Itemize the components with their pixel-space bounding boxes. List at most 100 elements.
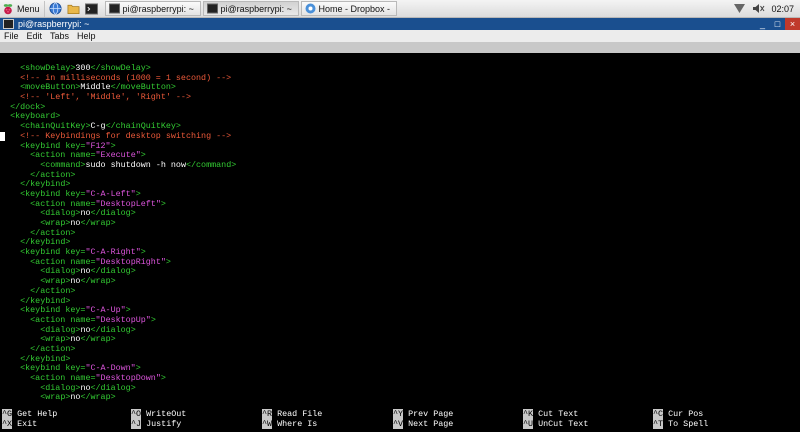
shortcut-key: ^T bbox=[653, 419, 664, 429]
code-token: </action> bbox=[30, 285, 76, 296]
code-token: <dialog> bbox=[40, 382, 81, 393]
code-line: <wrap>no</wrap> bbox=[0, 393, 800, 403]
code-token: Middle bbox=[80, 82, 111, 93]
shortcut-key: ^X bbox=[2, 419, 13, 429]
terminal-launcher[interactable] bbox=[85, 2, 99, 16]
code-token: <dialog> bbox=[40, 266, 81, 277]
shortcut-key: ^O bbox=[131, 409, 142, 419]
code-token: <action bbox=[30, 150, 71, 161]
shortcut-label: Cur Pos bbox=[663, 409, 704, 419]
shortcut-label: WriteOut bbox=[141, 409, 187, 419]
shortcut-key: ^V bbox=[393, 419, 404, 429]
code-token: <keybind bbox=[20, 188, 66, 199]
shortcut-key: ^R bbox=[262, 409, 273, 419]
code-token: </moveButton> bbox=[110, 82, 176, 93]
wifi-icon[interactable] bbox=[732, 2, 746, 16]
shortcut-to-spell: ^T To Spell bbox=[653, 419, 709, 430]
code-token: </keybind> bbox=[20, 353, 71, 364]
code-line: </action> bbox=[0, 227, 800, 239]
code-token: </keybind> bbox=[20, 179, 71, 190]
code-token: <keyboard> bbox=[10, 111, 61, 122]
code-token: <command> bbox=[40, 159, 86, 170]
code-token: > bbox=[160, 198, 166, 209]
code-token: <action bbox=[30, 198, 71, 209]
code-line: </dock> bbox=[0, 101, 800, 113]
terminal-area[interactable]: GNU nano 2.2.6 File: /home/pi/.config/op… bbox=[0, 43, 800, 432]
code-token: name= bbox=[70, 373, 96, 383]
shortcut-label: Cut Text bbox=[533, 409, 579, 419]
editor-buffer[interactable]: <showDelay>300</showDelay> <!-- in milli… bbox=[0, 63, 800, 403]
raspberry-icon bbox=[3, 3, 13, 14]
globe-icon bbox=[49, 2, 62, 15]
code-token: no bbox=[70, 334, 81, 345]
code-token: </action> bbox=[30, 227, 76, 238]
shortcut-label: Where Is bbox=[272, 419, 318, 429]
code-token: "C-A-Up" bbox=[85, 305, 126, 316]
text-cursor bbox=[0, 132, 5, 141]
code-token: </showDelay> bbox=[90, 63, 151, 73]
code-token: no bbox=[70, 276, 81, 287]
code-token: <action bbox=[30, 314, 71, 325]
code-token: no bbox=[80, 208, 91, 219]
shortcut-label: Next Page bbox=[403, 419, 454, 429]
task-browser[interactable]: Home - Dropbox - C... bbox=[300, 1, 397, 16]
minimize-button[interactable]: _ bbox=[755, 18, 770, 30]
code-line: <dialog>no</dialog> bbox=[0, 382, 800, 394]
shortcut-label: Get Help bbox=[12, 409, 58, 419]
code-token: <dialog> bbox=[40, 324, 81, 335]
shortcut-justify: ^J Justify bbox=[131, 419, 181, 430]
menu-button[interactable]: Menu bbox=[0, 0, 45, 17]
code-line: <command>sudo shutdown -h now</command> bbox=[0, 159, 800, 171]
code-line: <wrap>no</wrap> bbox=[0, 218, 800, 229]
shortcut-key: ^J bbox=[131, 419, 142, 429]
shortcut-label: Exit bbox=[12, 419, 38, 429]
menu-help[interactable]: Help bbox=[73, 31, 100, 41]
code-token: > bbox=[150, 314, 156, 325]
code-token: no bbox=[80, 324, 91, 335]
task-label: pi@raspberrypi: ~ bbox=[220, 3, 292, 14]
code-token: > bbox=[160, 373, 166, 383]
maximize-button[interactable]: □ bbox=[770, 18, 785, 30]
folder-icon bbox=[67, 4, 80, 14]
close-button[interactable]: × bbox=[785, 18, 800, 30]
code-token: name= bbox=[70, 314, 96, 325]
shortcut-uncut-text: ^U UnCut Text bbox=[523, 419, 588, 430]
terminal-icon bbox=[206, 3, 218, 14]
code-token: </dialog> bbox=[90, 382, 136, 393]
file-manager-launcher[interactable] bbox=[67, 2, 81, 16]
clock[interactable]: 02:07 bbox=[771, 4, 794, 14]
code-token: > bbox=[140, 247, 146, 258]
code-token: > bbox=[110, 140, 116, 151]
shortcut-key: ^U bbox=[523, 419, 534, 429]
menu-file[interactable]: File bbox=[0, 31, 23, 41]
code-token: </action> bbox=[30, 343, 76, 354]
code-line: </action> bbox=[0, 170, 800, 181]
code-token: no bbox=[70, 218, 81, 228]
shortcut-where-is: ^W Where Is bbox=[262, 419, 318, 430]
shortcut-label: To Spell bbox=[663, 419, 709, 429]
code-token: key= bbox=[65, 140, 86, 151]
task-terminal-2[interactable]: pi@raspberrypi: ~ bbox=[202, 1, 299, 16]
code-token: </dock> bbox=[10, 101, 46, 112]
task-label: Home - Dropbox - C... bbox=[318, 3, 393, 14]
window-titlebar[interactable]: pi@raspberrypi: ~ _ □ × bbox=[0, 18, 800, 30]
code-token: <action bbox=[30, 373, 71, 383]
volume-icon[interactable] bbox=[751, 2, 765, 16]
code-token: </command> bbox=[185, 159, 237, 170]
web-browser-launcher[interactable] bbox=[49, 2, 63, 16]
code-token: <!-- 'Left', 'Middle', 'Right' --> bbox=[20, 92, 191, 103]
menu-tabs[interactable]: Tabs bbox=[46, 31, 73, 41]
code-token: > bbox=[135, 363, 141, 374]
code-token: "C-A-Down" bbox=[85, 363, 136, 374]
code-token: 300 bbox=[75, 63, 91, 73]
code-token: C-g bbox=[90, 121, 106, 132]
code-token: <wrap> bbox=[40, 334, 71, 345]
menu-edit[interactable]: Edit bbox=[23, 31, 47, 41]
code-token: "F12" bbox=[85, 140, 111, 151]
task-terminal-1[interactable]: pi@raspberrypi: ~ bbox=[104, 1, 201, 16]
terminal-icon bbox=[108, 3, 120, 14]
shortcut-key: ^K bbox=[523, 409, 534, 419]
shortcut-label: Read File bbox=[272, 409, 323, 419]
code-line: <dialog>no</dialog> bbox=[0, 324, 800, 336]
code-token: > bbox=[140, 150, 146, 161]
